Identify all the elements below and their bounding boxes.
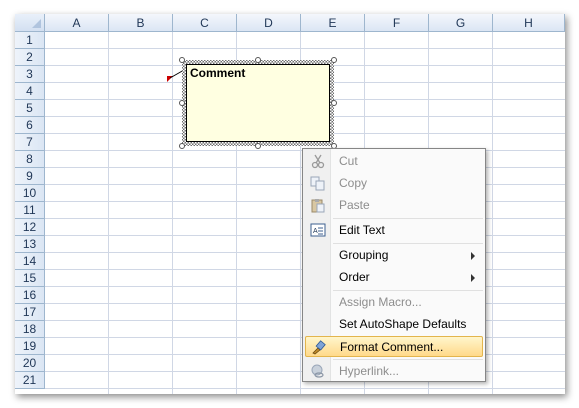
comment-box[interactable]: Comment (186, 64, 330, 142)
column-header-d[interactable]: D (237, 14, 301, 32)
excel-window: A B C D E F G H 1 2 3 4 5 6 7 8 9 10 11 … (15, 14, 565, 394)
submenu-arrow-icon (471, 274, 475, 282)
copy-icon (310, 176, 325, 191)
row-header-15[interactable]: 15 (15, 270, 45, 287)
row-header-14[interactable]: 14 (15, 253, 45, 270)
row-header-10[interactable]: 10 (15, 185, 45, 202)
row-header-8[interactable]: 8 (15, 151, 45, 168)
column-header-a[interactable]: A (45, 14, 109, 32)
gridline (45, 388, 565, 389)
row-header-21[interactable]: 21 (15, 372, 45, 389)
menu-item-label: Paste (339, 198, 370, 212)
menu-item-order[interactable]: Order (305, 267, 483, 288)
clipboard-icon (311, 199, 325, 213)
menu-item-assign-macro[interactable]: Assign Macro... (305, 292, 483, 313)
menu-item-cut[interactable]: Cut (305, 151, 483, 172)
menu-item-label: Edit Text (339, 223, 385, 237)
row-header-5[interactable]: 5 (15, 100, 45, 117)
menu-item-grouping[interactable]: Grouping (305, 245, 483, 266)
menu-item-label: Hyperlink... (339, 364, 400, 378)
gridline (108, 32, 109, 394)
resize-handle-bottom[interactable] (255, 143, 261, 149)
row-header-11[interactable]: 11 (15, 202, 45, 219)
menu-item-format-comment[interactable]: Format Comment... (305, 336, 483, 357)
row-header-17[interactable]: 17 (15, 304, 45, 321)
menu-item-copy[interactable]: Copy (305, 173, 483, 194)
column-header-h[interactable]: H (493, 14, 565, 32)
resize-handle-top[interactable] (255, 57, 261, 63)
row-header-12[interactable]: 12 (15, 219, 45, 236)
row-header-4[interactable]: 4 (15, 83, 45, 100)
resize-handle-bottom-left[interactable] (179, 143, 185, 149)
gridline (45, 48, 565, 49)
menu-item-label: Format Comment... (340, 340, 444, 354)
row-header-3[interactable]: 3 (15, 66, 45, 83)
row-header-7[interactable]: 7 (15, 134, 45, 151)
menu-item-label: Set AutoShape Defaults (339, 317, 467, 331)
menu-item-label: Grouping (339, 248, 389, 262)
format-brush-icon (312, 340, 326, 355)
resize-handle-top-right[interactable] (331, 57, 337, 63)
column-header-c[interactable]: C (173, 14, 237, 32)
menu-item-label: Order (339, 270, 370, 284)
select-all-triangle-icon (32, 19, 41, 28)
menu-separator (333, 290, 483, 291)
gridline (492, 32, 493, 394)
spreadsheet-grid[interactable]: A B C D E F G H 1 2 3 4 5 6 7 8 9 10 11 … (15, 14, 565, 394)
context-menu: Cut Copy Paste A Edit Text Grouping Orde… (302, 148, 486, 382)
column-header-b[interactable]: B (109, 14, 173, 32)
row-header-13[interactable]: 13 (15, 236, 45, 253)
resize-handle-left[interactable] (179, 100, 185, 106)
menu-separator (333, 218, 483, 219)
menu-item-label: Copy (339, 176, 368, 190)
menu-item-edit-text[interactable]: A Edit Text (305, 220, 483, 241)
menu-item-label: Assign Macro... (339, 295, 422, 309)
gridline (172, 32, 173, 394)
menu-separator (333, 359, 483, 360)
row-header-2[interactable]: 2 (15, 49, 45, 66)
column-header-g[interactable]: G (429, 14, 493, 32)
menu-item-label: Cut (339, 154, 358, 168)
row-header-18[interactable]: 18 (15, 321, 45, 338)
svg-text:A: A (313, 228, 318, 235)
row-header-20[interactable]: 20 (15, 355, 45, 372)
menu-item-hyperlink[interactable]: Hyperlink... (305, 361, 483, 382)
hyperlink-icon (311, 364, 324, 378)
select-all-button[interactable] (15, 14, 45, 32)
column-header-e[interactable]: E (301, 14, 365, 32)
submenu-arrow-icon (471, 252, 475, 260)
row-header-9[interactable]: 9 (15, 168, 45, 185)
menu-item-paste[interactable]: Paste (305, 195, 483, 216)
menu-separator (333, 243, 483, 244)
scissors-icon (311, 154, 325, 169)
menu-item-set-autoshape-defaults[interactable]: Set AutoShape Defaults (305, 314, 483, 335)
column-header-f[interactable]: F (365, 14, 429, 32)
resize-handle-top-left[interactable] (179, 57, 185, 63)
resize-handle-right[interactable] (331, 100, 337, 106)
row-header-16[interactable]: 16 (15, 287, 45, 304)
comment-text[interactable]: Comment (190, 66, 245, 80)
row-header-19[interactable]: 19 (15, 338, 45, 355)
edit-text-icon: A (310, 223, 326, 237)
row-header-6[interactable]: 6 (15, 117, 45, 134)
row-header-1[interactable]: 1 (15, 32, 45, 49)
